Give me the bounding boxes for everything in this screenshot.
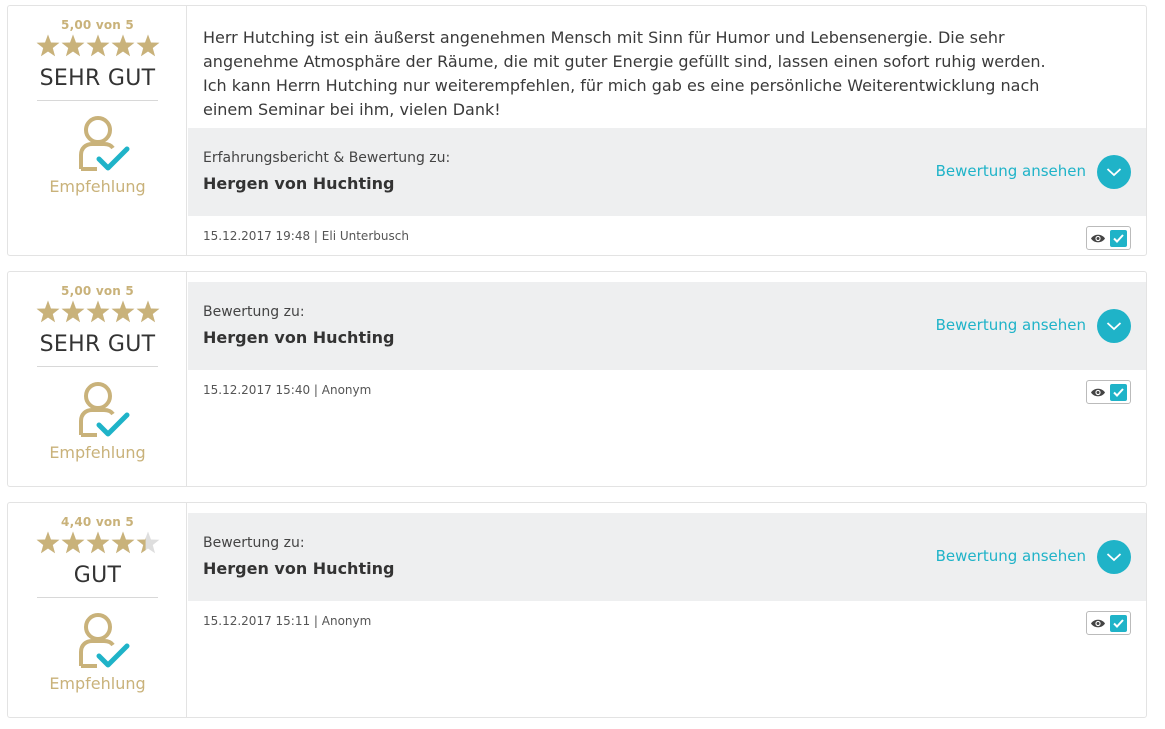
grade-label: SEHR GUT (39, 332, 156, 357)
eye-icon (1091, 234, 1105, 243)
checkbox-checked-icon[interactable] (1110, 230, 1127, 247)
person-check-icon (79, 382, 130, 437)
score-text: 4,40 von 5 (61, 515, 134, 529)
visibility-toggle[interactable] (1086, 226, 1131, 250)
star-icon (86, 300, 110, 323)
subject-name[interactable]: Hergen von Huchting (203, 559, 394, 578)
divider (37, 597, 158, 598)
view-rating-link[interactable]: Bewertung ansehen (936, 316, 1086, 334)
star-icon (136, 34, 160, 57)
star-icon (86, 531, 110, 554)
star-rating (36, 531, 160, 554)
rating-panel: 4,40 von 5 GUT Empfehlung (8, 503, 187, 717)
star-icon (36, 34, 60, 57)
star-rating (36, 300, 160, 323)
recommendation-label: Empfehlung (49, 443, 146, 462)
score-text: 5,00 von 5 (61, 18, 134, 32)
star-icon (36, 300, 60, 323)
divider (37, 100, 158, 101)
expand-button[interactable] (1097, 155, 1131, 189)
divider (37, 366, 158, 367)
star-icon (36, 531, 60, 554)
subject-name[interactable]: Hergen von Huchting (203, 328, 394, 347)
review-content: Bewertung zu: Hergen von Huchting Bewert… (188, 503, 1146, 717)
star-icon (111, 531, 135, 554)
subject-panel: Bewertung zu: Hergen von Huchting Bewert… (188, 513, 1146, 601)
subject-label: Bewertung zu: (203, 535, 305, 551)
score-text: 5,00 von 5 (61, 284, 134, 298)
checkbox-checked-icon[interactable] (1110, 615, 1127, 632)
review-card: 5,00 von 5 SEHR GUT Empfehlung Bewertung… (7, 271, 1147, 487)
review-meta: 15.12.2017 15:40 | Anonym (203, 383, 372, 397)
review-content: Bewertung zu: Hergen von Huchting Bewert… (188, 272, 1146, 486)
person-check-icon (79, 613, 130, 668)
subject-panel: Erfahrungsbericht & Bewertung zu: Hergen… (188, 128, 1146, 216)
eye-icon (1091, 619, 1105, 628)
star-icon (61, 300, 85, 323)
star-icon (86, 34, 110, 57)
subject-name[interactable]: Hergen von Huchting (203, 174, 394, 193)
visibility-toggle[interactable] (1086, 611, 1131, 635)
view-rating-link[interactable]: Bewertung ansehen (936, 547, 1086, 565)
rating-panel: 5,00 von 5 SEHR GUT Empfehlung (8, 6, 187, 255)
subject-label: Bewertung zu: (203, 304, 305, 320)
grade-label: SEHR GUT (39, 66, 156, 91)
chevron-down-icon (1106, 322, 1122, 331)
chevron-down-icon (1106, 553, 1122, 562)
visibility-toggle[interactable] (1086, 380, 1131, 404)
review-text: Herr Hutching ist ein äußerst angenehmen… (203, 28, 1046, 119)
subject-label: Erfahrungsbericht & Bewertung zu: (203, 150, 451, 166)
review-meta: 15.12.2017 19:48 | Eli Unterbusch (203, 229, 409, 243)
rating-panel: 5,00 von 5 SEHR GUT Empfehlung (8, 272, 187, 486)
eye-icon (1091, 388, 1105, 397)
star-icon (61, 34, 85, 57)
star-icon (111, 300, 135, 323)
chevron-down-icon (1106, 168, 1122, 177)
star-rating (36, 34, 160, 57)
review-content: Herr Hutching ist ein äußerst angenehmen… (188, 6, 1146, 255)
review-card: 4,40 von 5 GUT Empfehlung Bewertung zu: … (7, 502, 1147, 718)
star-icon (136, 300, 160, 323)
expand-button[interactable] (1097, 540, 1131, 574)
star-icon (111, 34, 135, 57)
grade-label: GUT (73, 563, 122, 588)
review-meta: 15.12.2017 15:11 | Anonym (203, 614, 372, 628)
star-icon (61, 531, 85, 554)
subject-panel: Bewertung zu: Hergen von Huchting Bewert… (188, 282, 1146, 370)
view-rating-link[interactable]: Bewertung ansehen (936, 162, 1086, 180)
person-check-icon (79, 116, 130, 171)
checkbox-checked-icon[interactable] (1110, 384, 1127, 401)
review-card: 5,00 von 5 SEHR GUT Empfehlung Herr Hutc… (7, 5, 1147, 256)
recommendation-label: Empfehlung (49, 674, 146, 693)
recommendation-label: Empfehlung (49, 177, 146, 196)
expand-button[interactable] (1097, 309, 1131, 343)
